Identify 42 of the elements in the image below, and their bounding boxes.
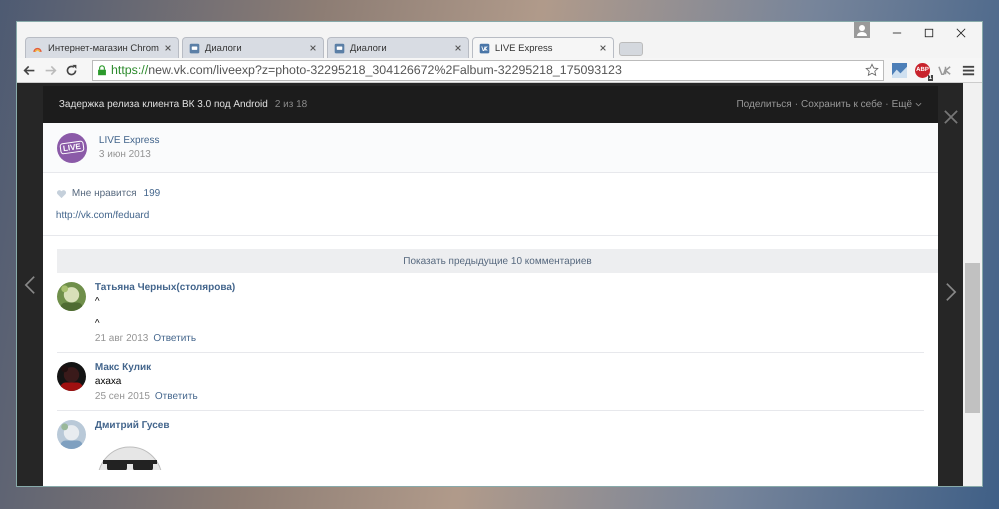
star-icon[interactable] (865, 63, 879, 77)
heart-icon (56, 188, 67, 198)
profile-icon[interactable] (854, 22, 870, 38)
viewer-action-link[interactable]: Поделиться (736, 99, 792, 110)
viewer-action-link[interactable]: Сохранить к себе (801, 99, 882, 110)
show-previous-comments-button[interactable]: Показать предыдущие 10 комментариев (56, 249, 938, 273)
commenter-name[interactable]: Татьяна Черных(столярова) (94, 282, 236, 293)
close-icon[interactable] (598, 44, 607, 52)
like-button[interactable]: Мне нравится 199 (56, 188, 160, 199)
url-text: https://new.vk.com/liveexp?z=photo-32295218_304126672%2Falbum-32295218_175093123 (111, 63, 623, 77)
reply-link[interactable]: Ответить (153, 333, 196, 344)
commenter-name[interactable]: Дмитрий Гусев (94, 420, 170, 431)
chat-icon (334, 42, 345, 54)
comment-date: 25 сен 2015 (94, 391, 150, 402)
viewer-action-link[interactable]: Ещё (892, 99, 912, 110)
comment-date: 21 авг 2013 (94, 333, 148, 344)
chart-extension-icon[interactable] (892, 62, 907, 78)
post-date: 3 июн 2013 (98, 149, 152, 160)
post-link[interactable]: http://vk.com/feduard (56, 210, 150, 221)
browser-tab[interactable]: Диалоги (326, 37, 469, 58)
browser-tab[interactable]: Интернет-магазин Chrom (25, 37, 179, 58)
close-icon[interactable] (956, 28, 966, 38)
browser-tab[interactable]: LIVE Express (472, 37, 614, 58)
comment-text: ^ ^ (94, 296, 101, 329)
commenter-name[interactable]: Макс Кулик (94, 362, 198, 373)
author-link[interactable]: LIVE Express (98, 135, 160, 146)
lock-icon (97, 64, 107, 76)
community-avatar[interactable]: LIVE (56, 132, 87, 162)
separator-dot: · (885, 99, 889, 110)
maximize-icon[interactable] (924, 28, 934, 38)
back-icon[interactable] (23, 64, 36, 76)
reply-link[interactable]: Ответить (154, 391, 198, 402)
chat-icon (188, 42, 200, 54)
caret-icon (915, 102, 922, 107)
browser-tab[interactable]: Диалоги (182, 37, 324, 58)
address-bar[interactable]: https://new.vk.com/liveexp?z=photo-32295218_304126672%2Falbum-32295218_175093123 (92, 60, 884, 80)
reload-icon[interactable] (65, 64, 78, 76)
vk-icon (478, 42, 490, 54)
comment-text: ахаха (94, 376, 122, 387)
separator-dot: · (794, 99, 798, 110)
photo-counter: 2 из 18 (274, 99, 308, 110)
photo-title: Задержка релиза клиента ВК 3.0 под Android (58, 99, 268, 110)
